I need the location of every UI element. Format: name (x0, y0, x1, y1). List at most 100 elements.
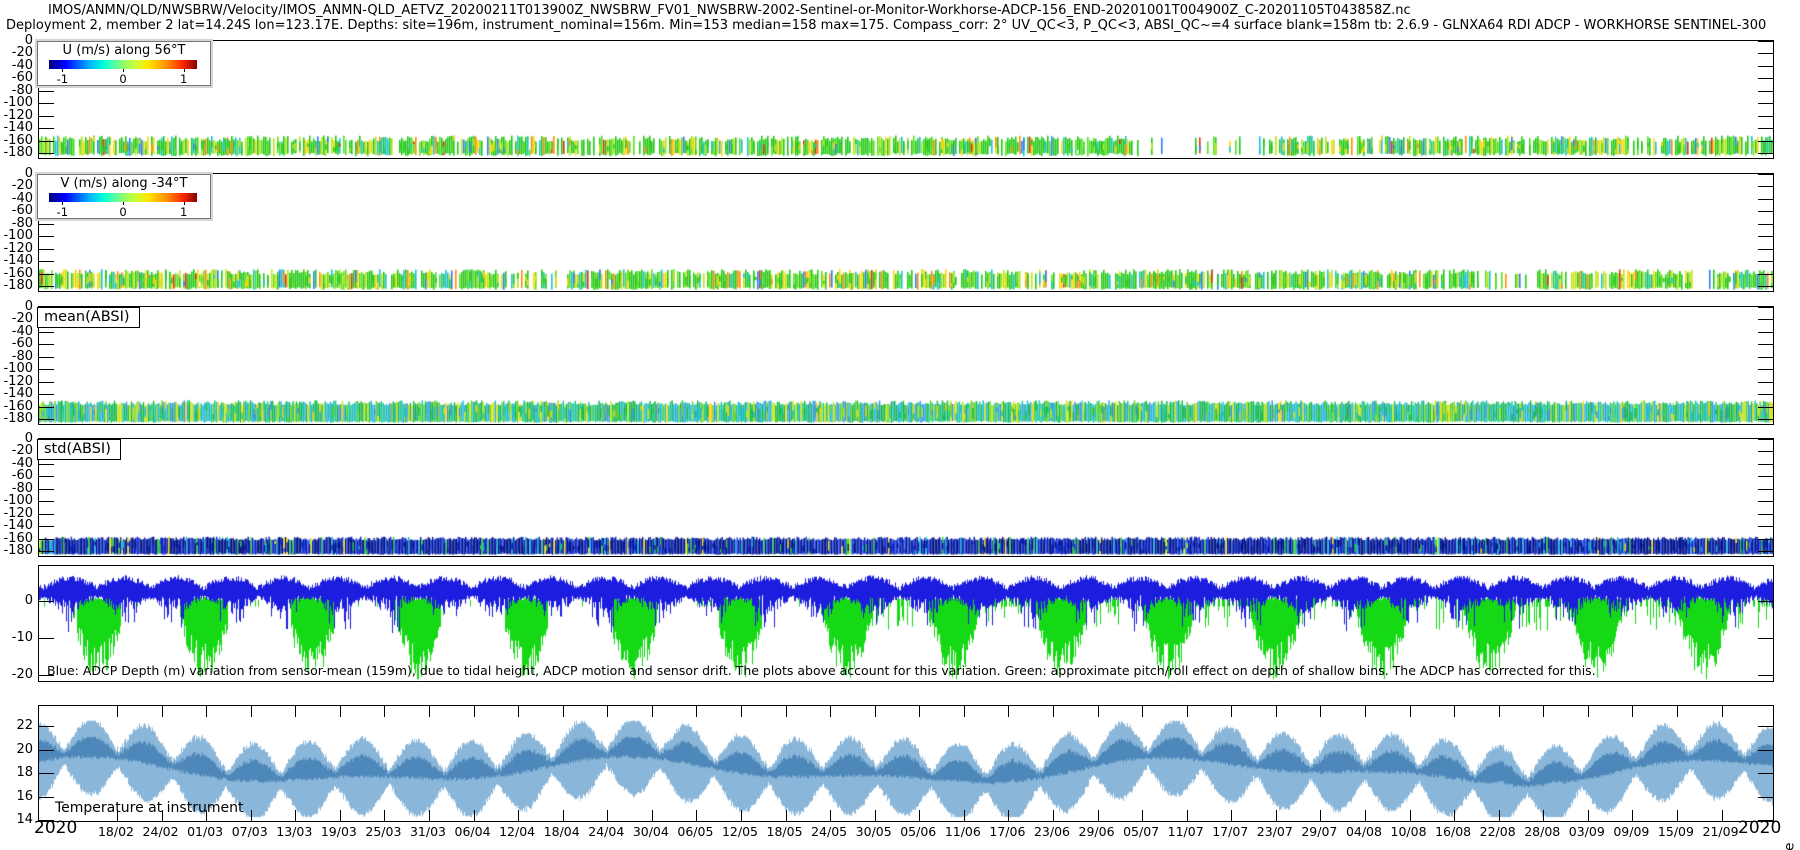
y-tick (1758, 393, 1773, 395)
x-tick (1186, 706, 1188, 717)
x-tick (1676, 810, 1678, 821)
x-tick (696, 706, 698, 717)
y-tick-label: -180 (3, 543, 33, 558)
figure-subtitle-deployment-info: Deployment 2, member 2 lat=14.24S lon=12… (6, 18, 1767, 33)
y-tick (39, 90, 54, 92)
x-tick (1409, 810, 1411, 821)
x-tick (117, 706, 118, 717)
x-tick (1320, 810, 1322, 821)
x-tick (518, 706, 520, 717)
x-tick (1721, 810, 1723, 821)
v-legend-title: V (m/s) along -34°T (60, 176, 188, 191)
x-tick (1721, 706, 1723, 717)
y-tick (39, 343, 54, 345)
x-tick-label: 30/05 (855, 824, 892, 839)
adcp-figure-page: IMOS/ANMN/QLD/NWSBRW/Velocity/IMOS_ANMN-… (0, 0, 1800, 850)
y-tick (1758, 637, 1773, 639)
y-tick (39, 102, 54, 104)
x-tick (384, 810, 386, 821)
x-tick (963, 810, 965, 821)
y-tick (39, 819, 54, 821)
x-tick (250, 810, 252, 821)
y-tick (1758, 40, 1773, 42)
y-tick (39, 500, 54, 502)
mean-absi-label: mean(ABSI) (37, 307, 140, 328)
y-tick (1758, 140, 1773, 142)
y-tick (1758, 356, 1773, 358)
x-tick (1543, 810, 1545, 821)
y-tick (1758, 127, 1773, 129)
x-tick-label: 17/07 (1212, 824, 1249, 839)
y-tick (1758, 475, 1773, 477)
y-tick (1758, 90, 1773, 92)
x-tick (339, 810, 341, 821)
x-tick (1186, 810, 1188, 821)
y-tick (39, 248, 54, 250)
x-tick (473, 706, 475, 717)
panel-depth-variation: Blue: ADCP Depth (m) variation from sens… (12, 565, 1774, 682)
x-tick (1587, 706, 1589, 717)
y-tick (1758, 65, 1773, 67)
std-absi-label: std(ABSI) (37, 439, 121, 460)
y-tick (1758, 152, 1773, 154)
x-tick (518, 810, 520, 821)
x-tick (607, 706, 609, 717)
depth-variation-annotation: Blue: ADCP Depth (m) variation from sens… (47, 663, 1596, 678)
y-tick-label: -20 (11, 667, 33, 682)
y-tick (1758, 318, 1773, 320)
x-tick (830, 706, 832, 717)
x-tick (295, 810, 297, 821)
mean-absi-plot-canvas (39, 307, 1773, 424)
y-tick (1758, 77, 1773, 79)
jet-colorbar: -1 0 1 (49, 60, 197, 86)
y-tick (1758, 273, 1773, 275)
x-tick (1632, 810, 1634, 821)
y-tick (39, 475, 54, 477)
y-tick (39, 273, 54, 275)
y-tick (1758, 52, 1773, 54)
x-axis-year-right: 2020 (1738, 818, 1782, 838)
x-tick (1364, 810, 1366, 821)
x-tick (1409, 706, 1411, 717)
y-tick-label: -180 (3, 411, 33, 426)
y-tick (1758, 500, 1773, 502)
y-tick (1758, 600, 1773, 602)
x-tick (206, 706, 208, 717)
y-tick (1758, 285, 1773, 287)
y-tick-label: 14 (16, 812, 33, 827)
x-tick (919, 810, 921, 821)
x-tick-label: 31/03 (409, 824, 446, 839)
x-tick (428, 810, 430, 821)
y-tick (39, 637, 54, 639)
y-tick (1758, 488, 1773, 490)
panel-v-velocity: V (m/s) along -34°T -1 0 1 0 -20 -40 -60 -80… (3, 166, 1774, 293)
x-tick-label: 17/06 (989, 824, 1026, 839)
y-tick (1758, 513, 1773, 515)
figure-title-filename: IMOS/ANMN/QLD/NWSBRW/Velocity/IMOS_ANMN-… (48, 3, 1411, 18)
y-tick (39, 235, 54, 237)
x-tick (1454, 706, 1456, 717)
jet-colorbar: -1 0 1 (49, 193, 197, 219)
x-tick (740, 706, 742, 717)
y-tick (1758, 406, 1773, 408)
y-tick (39, 600, 54, 602)
x-tick (963, 706, 965, 717)
y-tick (39, 223, 54, 225)
colorbar-tick-label: 0 (119, 72, 127, 86)
colorbar-tick-label: -1 (56, 72, 69, 86)
x-tick-label: 29/06 (1078, 824, 1115, 839)
x-tick (651, 706, 653, 717)
y-tick (1758, 185, 1773, 187)
x-tick-label: 18/02 (97, 824, 135, 839)
x-tick-label: 23/06 (1033, 824, 1070, 839)
x-tick (1008, 810, 1010, 821)
x-tick (1587, 810, 1589, 821)
y-tick (39, 152, 54, 154)
y-tick (39, 796, 54, 798)
y-tick (1758, 331, 1773, 333)
x-tick-label: 06/05 (677, 824, 714, 839)
x-tick (1543, 706, 1545, 717)
y-tick (1758, 115, 1773, 117)
x-tick (740, 810, 742, 821)
x-tick-label: 25/03 (365, 824, 402, 839)
